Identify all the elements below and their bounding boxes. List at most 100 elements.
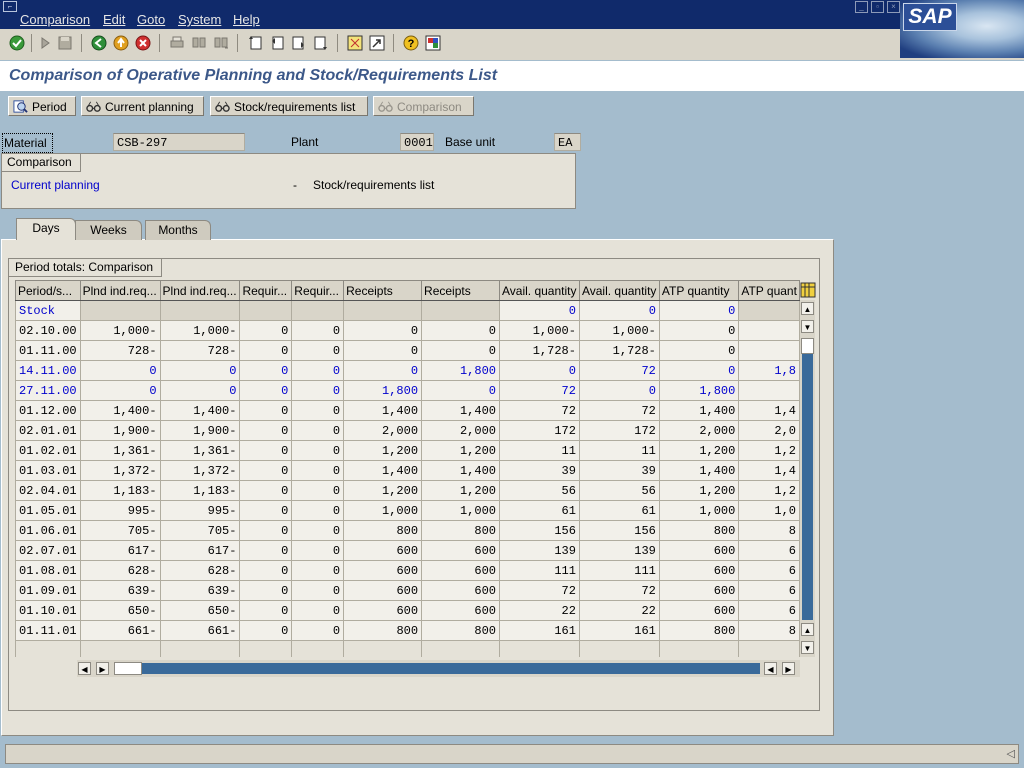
column-header[interactable]: Receipts xyxy=(421,280,500,301)
sap-logo-text: SAP xyxy=(903,3,957,31)
period-cell: 01.09.01 xyxy=(15,580,81,601)
period-button[interactable]: Period xyxy=(8,96,76,116)
table-row[interactable]: 01.10.01 650- 650- 0 0 600 600 22 22 600 6 xyxy=(15,600,800,621)
value-cell xyxy=(291,300,345,321)
value-cell: 0 xyxy=(291,520,345,541)
table-row[interactable]: 01.12.00 1,400- 1,400- 0 0 1,400 1,400 72 72 1,40… xyxy=(15,400,800,421)
shortcut-icon[interactable] xyxy=(369,35,385,51)
period-cell: 02.07.01 xyxy=(15,540,81,561)
value-cell: 1,200 xyxy=(421,440,500,461)
horizontal-scrollbar[interactable]: ◀ ▶ ◀ ▶ xyxy=(77,660,800,677)
tab-days[interactable]: Days xyxy=(16,218,76,240)
column-header[interactable]: Plnd ind.req... xyxy=(79,280,161,301)
table-row[interactable]: 01.02.01 1,361- 1,361- 0 0 1,200 1,200 11 11 1,20… xyxy=(15,440,800,461)
restore-icon[interactable]: ▫ xyxy=(871,1,884,13)
exit-icon[interactable] xyxy=(113,35,129,51)
checkmark-icon[interactable] xyxy=(9,35,25,51)
table-row[interactable]: 01.05.01 995- 995- 0 0 1,000 1,000 61 61 1,000 1,0 xyxy=(15,500,800,521)
scroll-page-up-icon[interactable]: ▲ xyxy=(801,623,814,636)
value-cell: 1,183- xyxy=(79,480,161,501)
menu-comparison[interactable]: Comparison xyxy=(20,12,90,27)
scroll-down-icon[interactable]: ▼ xyxy=(801,641,814,654)
table-row[interactable]: 02.07.01 617- 617- 0 0 600 600 139 139 600 6 xyxy=(15,540,800,561)
vertical-scrollbar[interactable]: ▲ ▼ ▲ ▼ xyxy=(800,300,815,657)
comparison-button[interactable]: Comparison xyxy=(373,96,474,116)
play-icon[interactable] xyxy=(37,35,53,51)
column-header[interactable]: Avail. quantity xyxy=(498,280,580,301)
scroll-left-icon[interactable]: ◀ xyxy=(78,662,91,675)
scroll-up-icon[interactable]: ▲ xyxy=(801,302,814,315)
menu-help[interactable]: Help xyxy=(233,12,260,27)
column-header[interactable]: Requir... xyxy=(291,280,345,301)
close-icon[interactable]: × xyxy=(887,1,900,13)
previous-page-icon[interactable] xyxy=(269,35,285,51)
value-cell: 1,200 xyxy=(343,480,423,501)
value-cell: 1,000 xyxy=(658,500,740,521)
column-header[interactable]: ATP quantity xyxy=(658,280,740,301)
layout-icon[interactable] xyxy=(425,35,441,51)
h-scroll-thumb[interactable] xyxy=(114,662,142,675)
value-cell: 161 xyxy=(578,620,660,641)
help-icon[interactable]: ? xyxy=(403,35,419,51)
save-icon[interactable] xyxy=(57,35,73,51)
value-cell: 1,361- xyxy=(159,440,241,461)
plant-field[interactable]: 0001 xyxy=(400,133,434,151)
column-header[interactable]: ATP quant xyxy=(738,280,800,301)
scroll-track[interactable] xyxy=(802,354,813,620)
cancel-icon[interactable] xyxy=(135,35,151,51)
stock-row[interactable]: Stock 0 0 0 xyxy=(15,300,800,321)
value-cell: 617- xyxy=(159,540,241,561)
stock-requirements-button[interactable]: Stock/requirements list xyxy=(210,96,368,116)
next-page-icon[interactable] xyxy=(291,35,307,51)
column-header[interactable]: Period/s... xyxy=(15,280,81,301)
table-row[interactable]: 01.11.01 661- 661- 0 0 800 800 161 161 800 8 xyxy=(15,620,800,641)
material-field[interactable]: CSB-297 xyxy=(113,133,245,151)
table-row[interactable]: 01.09.01 639- 639- 0 0 600 600 72 72 600 6 xyxy=(15,580,800,601)
scroll-right-icon[interactable]: ▶ xyxy=(96,662,109,675)
column-header[interactable]: Receipts xyxy=(343,280,423,301)
system-menu-icon[interactable]: ⌐ xyxy=(3,1,17,12)
value-cell xyxy=(239,300,293,321)
tab-months[interactable]: Months xyxy=(145,220,211,240)
value-cell: 0 xyxy=(343,360,423,381)
tab-weeks[interactable]: Weeks xyxy=(75,220,142,240)
table-row[interactable]: 14.11.00 0 0 0 0 0 1,800 0 72 0 1,8 xyxy=(15,360,800,381)
current-planning-button[interactable]: Current planning xyxy=(81,96,204,116)
h-scroll-track[interactable] xyxy=(142,663,760,674)
value-cell: 800 xyxy=(421,620,500,641)
print-icon[interactable] xyxy=(169,35,185,51)
value-cell: 56 xyxy=(578,480,660,501)
minimize-icon[interactable]: _ xyxy=(855,1,868,13)
status-bar-toggle-icon[interactable]: ◁ xyxy=(1007,747,1015,760)
table-row[interactable]: 27.11.00 0 0 0 0 1,800 0 72 0 1,800 xyxy=(15,380,800,401)
scroll-page-down-icon[interactable]: ▼ xyxy=(801,320,814,333)
find-next-icon[interactable] xyxy=(213,35,229,51)
table-row[interactable]: 01.06.01 705- 705- 0 0 800 800 156 156 800 8 xyxy=(15,520,800,541)
table-row[interactable]: 02.01.01 1,900- 1,900- 0 0 2,000 2,000 172 172 2,… xyxy=(15,420,800,441)
scroll-thumb[interactable] xyxy=(801,338,814,354)
last-page-icon[interactable] xyxy=(313,35,329,51)
menu-edit[interactable]: Edit xyxy=(103,12,125,27)
back-icon[interactable] xyxy=(91,35,107,51)
table-row[interactable]: 02.04.01 1,183- 1,183- 0 0 1,200 1,200 56 56 1,20… xyxy=(15,480,800,501)
column-header[interactable]: Avail. quantity xyxy=(578,280,660,301)
table-row[interactable]: 02.10.00 1,000- 1,000- 0 0 0 0 1,000- 1,000- 0 xyxy=(15,320,800,341)
table-row[interactable]: 01.08.01 628- 628- 0 0 600 600 111 111 600 6 xyxy=(15,560,800,581)
table-row[interactable]: 01.03.01 1,372- 1,372- 0 0 1,400 1,400 39 39 1,40… xyxy=(15,460,800,481)
value-cell: 161 xyxy=(498,620,580,641)
value-cell: 0 xyxy=(239,360,293,381)
base-unit-field[interactable]: EA xyxy=(554,133,581,151)
scroll-page-left-icon[interactable]: ◀ xyxy=(764,662,777,675)
column-header[interactable]: Requir... xyxy=(239,280,293,301)
table-row[interactable]: 01.11.00 728- 728- 0 0 0 0 1,728- 1,728- 0 xyxy=(15,340,800,361)
create-session-icon[interactable] xyxy=(347,35,363,51)
find-icon[interactable] xyxy=(191,35,207,51)
value-cell: 1,400- xyxy=(159,400,241,421)
table-settings-icon[interactable] xyxy=(800,282,816,298)
first-page-icon[interactable] xyxy=(247,35,263,51)
scroll-page-right-icon[interactable]: ▶ xyxy=(782,662,795,675)
value-cell: 1,372- xyxy=(79,460,161,481)
menu-system[interactable]: System xyxy=(178,12,221,27)
column-header[interactable]: Plnd ind.req... xyxy=(159,280,241,301)
menu-goto[interactable]: Goto xyxy=(137,12,165,27)
